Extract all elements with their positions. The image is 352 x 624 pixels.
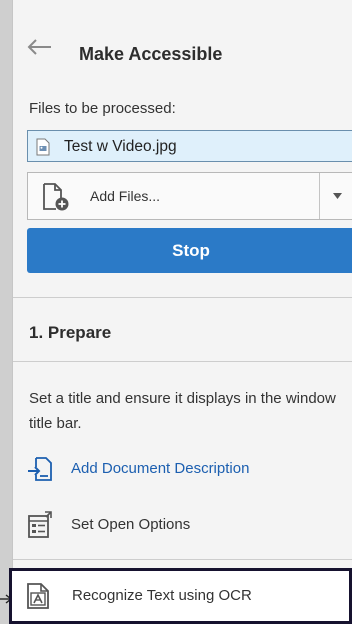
section-divider	[13, 361, 352, 362]
add-document-description-action[interactable]: Add Document Description	[13, 451, 352, 487]
action-label: Add Document Description	[71, 460, 250, 477]
open-options-icon	[28, 511, 52, 538]
add-files-dropdown[interactable]	[320, 173, 352, 219]
action-divider	[13, 559, 352, 560]
panel-header: Make Accessible	[13, 33, 352, 73]
add-files-label: Add Files...	[90, 188, 161, 204]
section-title[interactable]: 1. Prepare	[29, 323, 111, 343]
files-label: Files to be processed:	[29, 100, 176, 117]
page-title: Make Accessible	[79, 44, 223, 64]
ocr-text-icon	[27, 583, 49, 609]
section-divider	[13, 297, 352, 298]
file-name: Test w Video.jpg	[64, 138, 177, 155]
stop-button[interactable]: Stop	[27, 228, 352, 273]
add-document-icon	[43, 183, 69, 211]
arrow-left-icon[interactable]	[27, 37, 53, 57]
chevron-down-icon	[333, 193, 342, 199]
recognize-text-ocr-action[interactable]: Recognize Text using OCR	[9, 568, 352, 624]
image-file-icon	[36, 138, 50, 156]
action-label: Set Open Options	[71, 516, 191, 533]
add-files-button[interactable]: Add Files...	[28, 173, 320, 219]
document-description-icon	[28, 457, 52, 481]
make-accessible-panel: Make Accessible Files to be processed: T…	[12, 0, 352, 624]
section-description: Set a title and ensure it displays in th…	[29, 390, 336, 432]
action-label: Recognize Text using OCR	[72, 587, 252, 604]
add-files-control: Add Files...	[27, 172, 352, 220]
set-open-options-action[interactable]: Set Open Options	[13, 507, 352, 543]
file-list-item[interactable]: Test w Video.jpg	[27, 130, 352, 162]
